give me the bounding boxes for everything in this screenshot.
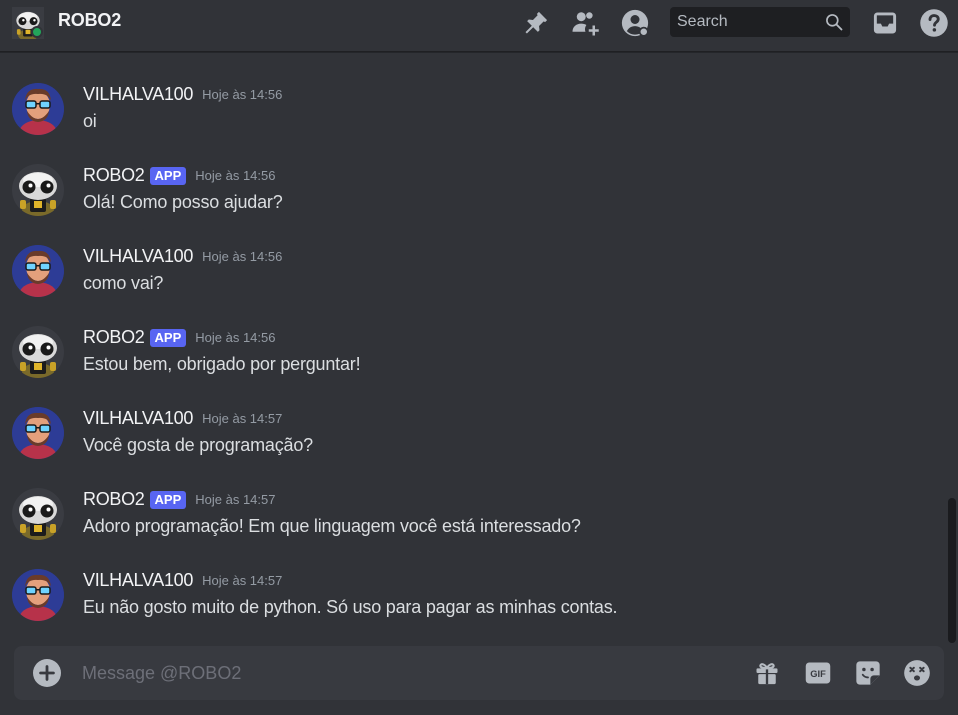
search-icon[interactable] [824,12,844,32]
message-author[interactable]: VILHALVA100 [83,84,193,105]
inbox-icon[interactable] [869,7,901,39]
message-text: Eu não gosto muito de python. Só uso par… [83,597,618,617]
message-text: Adoro programação! Em que linguagem você… [83,516,581,536]
gif-label: GIF [810,669,826,679]
pin-icon[interactable] [520,7,552,39]
message-header: ROBO2 APP Hoje às 14:57 [83,489,276,513]
dm-window: ROBO2 Search VILHALVA100 Hoje às 14:56 o… [0,0,958,715]
message-text: Estou bem, obrigado por perguntar! [83,354,361,374]
header-title[interactable]: ROBO2 [58,10,121,31]
user-avatar[interactable] [12,83,64,135]
message-item: VILHALVA100 Hoje às 14:57 Você gosta de p… [0,407,944,467]
robot-avatar[interactable] [12,326,64,378]
help-icon[interactable] [918,7,950,39]
message-author[interactable]: VILHALVA100 [83,246,193,267]
message-header: VILHALVA100 Hoje às 14:56 [83,84,282,108]
user-avatar[interactable] [12,569,64,621]
message-timestamp: Hoje às 14:56 [202,249,283,264]
app-badge: APP [149,490,187,509]
message-header: ROBO2 APP Hoje às 14:56 [83,165,276,189]
app-badge: APP [149,328,187,347]
message-input[interactable] [82,661,722,685]
message-item: VILHALVA100 Hoje às 14:56 como vai? [0,245,944,305]
message-timestamp: Hoje às 14:56 [202,87,283,102]
message-author[interactable]: ROBO2 [83,165,145,186]
message-item: VILHALVA100 Hoje às 14:57 Eu não gosto mu… [0,569,944,629]
message-item: ROBO2 APP Hoje às 14:56 Estou bem, obrigad… [0,326,944,386]
gif-icon[interactable]: GIF [804,659,832,687]
message-scrollbar[interactable] [946,53,956,643]
channel-header: ROBO2 Search [0,0,958,52]
message-timestamp: Hoje às 14:56 [195,330,276,345]
user-avatar[interactable] [12,245,64,297]
message-header: VILHALVA100 Hoje às 14:56 [83,246,282,270]
message-header: VILHALVA100 Hoje às 14:57 [83,570,282,594]
add-circle-icon[interactable] [33,659,61,687]
message-timestamp: Hoje às 14:57 [202,411,283,426]
message-timestamp: Hoje às 14:57 [202,573,283,588]
message-header: ROBO2 APP Hoje às 14:56 [83,327,276,351]
message-text: Você gosta de programação? [83,435,313,455]
message-header: VILHALVA100 Hoje às 14:57 [83,408,282,432]
emoji-icon[interactable] [903,659,931,687]
robot-avatar[interactable] [12,164,64,216]
sticker-icon[interactable] [854,659,882,687]
message-list: VILHALVA100 Hoje às 14:56 oi ROBO2 APP Hoje… [0,53,944,643]
message-timestamp: Hoje às 14:57 [195,492,276,507]
search-box[interactable]: Search [670,7,850,37]
message-item: ROBO2 APP Hoje às 14:57 Adoro programação!… [0,488,944,548]
robot-avatar[interactable] [12,488,64,540]
message-text: Olá! Como posso ajudar? [83,192,283,212]
scrollbar-thumb[interactable] [948,498,956,643]
user-profile-icon[interactable] [619,7,651,39]
user-avatar[interactable] [12,407,64,459]
message-text: oi [83,111,97,131]
message-composer: GIF [14,646,944,700]
add-friend-icon[interactable] [569,7,601,39]
message-item: VILHALVA100 Hoje às 14:56 oi [0,83,944,143]
app-badge: APP [149,166,187,185]
message-timestamp: Hoje às 14:56 [195,168,276,183]
online-status-icon [31,26,43,38]
message-author[interactable]: VILHALVA100 [83,408,193,429]
gift-icon[interactable] [753,659,781,687]
message-author[interactable]: VILHALVA100 [83,570,193,591]
message-author[interactable]: ROBO2 [83,327,145,348]
message-text: como vai? [83,273,164,293]
message-author[interactable]: ROBO2 [83,489,145,510]
message-item: ROBO2 APP Hoje às 14:56 Olá! Como posso aj… [0,164,944,224]
search-placeholder: Search [677,13,728,30]
